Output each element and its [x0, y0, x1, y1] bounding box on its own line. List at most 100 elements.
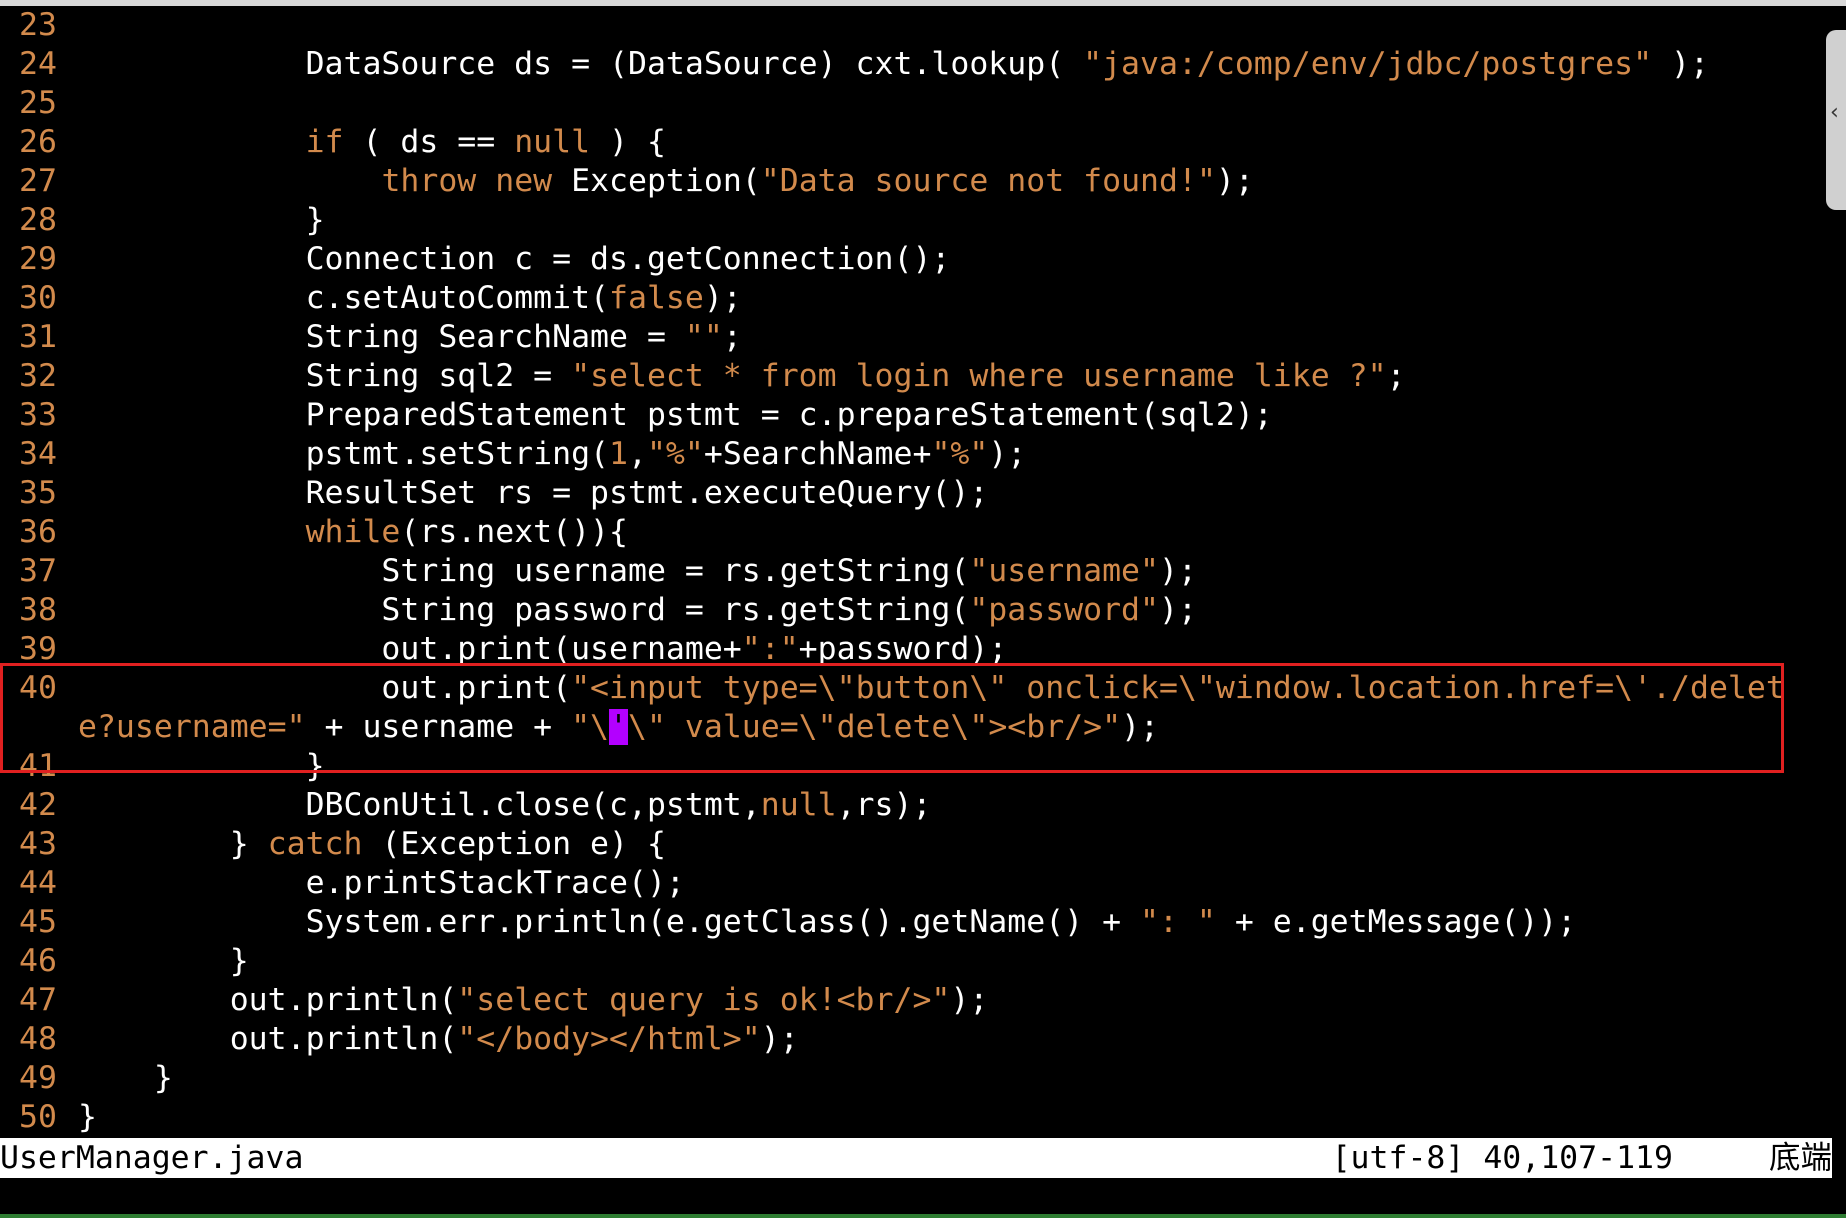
- line-code: ResultSet rs = pstmt.executeQuery();: [78, 474, 989, 513]
- side-panel-tab[interactable]: ‹: [1826, 30, 1846, 210]
- line-number: 40: [19, 670, 57, 706]
- code-line: 42 DBConUtil.close(c,pstmt,null,rs);: [0, 786, 1846, 825]
- code-token: ": ": [1140, 904, 1216, 940]
- code-token: "select * from login where username like…: [571, 358, 1387, 394]
- line-code: while(rs.next()){: [78, 513, 628, 552]
- code-token: ) {: [590, 124, 666, 160]
- code-line: 48 out.println("</body></html>");: [0, 1020, 1846, 1059]
- code-line: 28 }: [0, 201, 1846, 240]
- code-line: 38 String password = rs.getString("passw…: [0, 591, 1846, 630]
- code-token: "Data source not found!": [760, 163, 1216, 199]
- code-token: "<input type=\"button\" onclick=\"window…: [571, 670, 1785, 706]
- code-line: 41 }: [0, 747, 1846, 786]
- code-token: "%": [646, 436, 704, 472]
- vim-editor-buffer[interactable]: 23 24 DataSource ds = (DataSource) cxt.lo…: [0, 6, 1846, 1138]
- code-token: }: [78, 943, 249, 979]
- line-code: String username = rs.getString("username…: [78, 552, 1197, 591]
- code-token: Exception(: [552, 163, 761, 199]
- line-number: 29: [19, 241, 57, 277]
- code-token: new: [495, 163, 553, 199]
- status-right-group: [utf-8] 40,107-119 底端: [1332, 1138, 1832, 1178]
- code-line: 36 while(rs.next()){: [0, 513, 1846, 552]
- code-line: 26 if ( ds == null ) {: [0, 123, 1846, 162]
- code-token: ,rs);: [836, 787, 932, 823]
- status-cursor-position: 40,107-119: [1483, 1140, 1673, 1176]
- code-token: );: [950, 982, 989, 1018]
- code-token: );: [1652, 46, 1709, 82]
- code-token: out.println(: [78, 982, 458, 1018]
- code-token: }: [78, 1099, 97, 1135]
- code-token: ;: [722, 319, 742, 355]
- line-number: 47: [19, 982, 57, 1018]
- code-token: pstmt.setString(: [78, 436, 610, 472]
- line-code: }: [78, 1059, 173, 1098]
- code-token: out.print(: [78, 670, 572, 706]
- code-token: null: [514, 124, 591, 160]
- line-code: out.print(username+":"+password);: [78, 630, 1007, 669]
- line-code: if ( ds == null ) {: [78, 123, 666, 162]
- line-code: }: [78, 201, 325, 240]
- code-line: 40 out.print("<input type=\"button\" onc…: [0, 669, 1846, 708]
- code-token: ;: [1386, 358, 1406, 394]
- line-code: e?username=" + username + "\'\" value=\"…: [78, 708, 1159, 747]
- code-token: + e.getMessage());: [1215, 904, 1577, 940]
- line-number: 32: [19, 358, 57, 394]
- code-line: 24 DataSource ds = (DataSource) cxt.look…: [0, 45, 1846, 84]
- code-token: );: [760, 1021, 799, 1057]
- code-line: 44 e.printStackTrace();: [0, 864, 1846, 903]
- code-token: );: [1159, 553, 1197, 589]
- code-token: }: [78, 748, 325, 784]
- code-line: 32 String sql2 = "select * from login wh…: [0, 357, 1846, 396]
- code-token: "\: [571, 709, 610, 745]
- code-token: "": [684, 319, 723, 355]
- code-line: 30 c.setAutoCommit(false);: [0, 279, 1846, 318]
- code-token: if: [305, 124, 344, 160]
- code-token: );: [1159, 592, 1197, 628]
- code-token: "username": [969, 553, 1159, 589]
- chevron-left-icon: ‹: [1830, 100, 1839, 125]
- line-number: 39: [19, 631, 57, 667]
- code-token: String sql2 =: [78, 358, 572, 394]
- code-token: );: [988, 436, 1027, 472]
- line-number: 49: [19, 1060, 57, 1096]
- code-token: "</body></html>": [457, 1021, 761, 1057]
- code-token: e.printStackTrace();: [78, 865, 685, 901]
- code-token: out.print(username+: [78, 631, 742, 667]
- line-code: pstmt.setString(1,"%"+SearchName+"%");: [78, 435, 1027, 474]
- line-number: 36: [19, 514, 57, 550]
- line-number: 24: [19, 46, 57, 82]
- vim-status-line: UserManager.java [utf-8] 40,107-119 底端: [0, 1138, 1832, 1178]
- line-number: 33: [19, 397, 57, 433]
- code-token: 1: [609, 436, 628, 472]
- terminal-window: 23 24 DataSource ds = (DataSource) cxt.lo…: [0, 0, 1846, 1218]
- code-token: String username = rs.getString(: [78, 553, 970, 589]
- code-token: String password = rs.getString(: [78, 592, 970, 628]
- code-token: }: [78, 202, 325, 238]
- code-line: 23: [0, 6, 1846, 45]
- code-token: );: [703, 280, 742, 316]
- code-line: 34 pstmt.setString(1,"%"+SearchName+"%")…: [0, 435, 1846, 474]
- code-token: DataSource ds = (DataSource) cxt.lookup(: [78, 46, 1084, 82]
- line-code: PreparedStatement pstmt = c.prepareState…: [78, 396, 1273, 435]
- status-encoding: [utf-8]: [1331, 1140, 1465, 1176]
- line-number: 31: [19, 319, 57, 355]
- line-code: DBConUtil.close(c,pstmt,null,rs);: [78, 786, 932, 825]
- line-code: } catch (Exception e) {: [78, 825, 666, 864]
- line-code: DataSource ds = (DataSource) cxt.lookup(…: [78, 45, 1709, 84]
- status-filename: UserManager.java: [0, 1140, 304, 1176]
- code-token: throw: [381, 163, 477, 199]
- code-line: 37 String username = rs.getString("usern…: [0, 552, 1846, 591]
- code-token: String SearchName =: [78, 319, 685, 355]
- code-line: 33 PreparedStatement pstmt = c.prepareSt…: [0, 396, 1846, 435]
- line-code: String sql2 = "select * from login where…: [78, 357, 1406, 396]
- code-token: false: [609, 280, 704, 316]
- code-token: +password);: [798, 631, 1008, 667]
- code-token: ,: [627, 436, 647, 472]
- line-code: c.setAutoCommit(false);: [78, 279, 742, 318]
- code-token: }: [78, 1060, 173, 1096]
- line-number: 41: [19, 748, 57, 784]
- line-number: 50: [19, 1099, 57, 1135]
- code-line: 49 }: [0, 1059, 1846, 1098]
